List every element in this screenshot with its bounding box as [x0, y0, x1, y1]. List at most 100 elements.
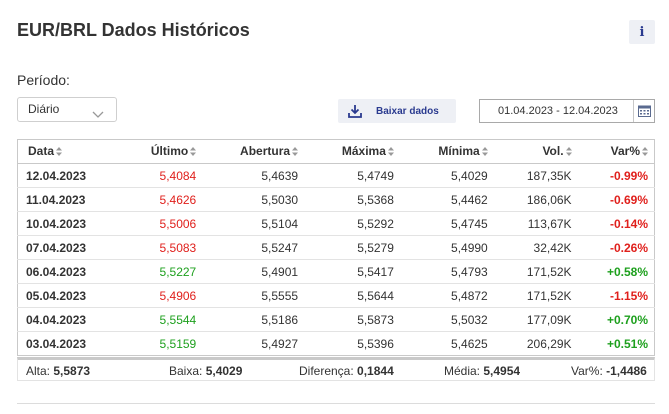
cell-var: +0.58%: [577, 259, 655, 284]
table-row: 05.04.2023 5,4906 5,5555 5,5644 5,4872 171,52…: [17, 283, 655, 308]
column-header-date[interactable]: Data: [17, 139, 113, 164]
cell-last: 5,5227: [112, 259, 203, 284]
cell-date: 11.04.2023: [17, 187, 113, 212]
sort-icon[interactable]: [56, 145, 63, 159]
cell-open: 5,4927: [261, 336, 299, 351]
column-header-label: Data: [28, 144, 55, 159]
cell-low: 5,4029: [399, 163, 494, 188]
cell-vol: 186,06K: [493, 187, 578, 212]
summary-bar: Alta: 5,5873 Baixa: 5,4029 Diferença: 0,…: [17, 357, 655, 381]
cell-low: 5,4872: [399, 283, 494, 308]
info-button[interactable]: i: [629, 20, 655, 44]
table-row: 03.04.2023 5,5159 5,4927 5,5396 5,4625 206,29…: [18, 332, 655, 356]
cell-vol: 206,29K: [526, 336, 572, 351]
cell-high: 5,5368: [304, 187, 400, 212]
cell-open: 5,5555: [202, 283, 305, 308]
table-row: 12.04.2023 5,4084 5,4639 5,4749 5,4029 187,35…: [17, 163, 655, 188]
sort-icon[interactable]: [565, 145, 572, 159]
sort-icon[interactable]: [642, 145, 648, 159]
download-icon: [348, 104, 362, 118]
cell-last: 5,5083: [112, 235, 203, 260]
column-header-vol[interactable]: Vol.: [493, 139, 578, 164]
table-row: 07.04.2023 5,5083 5,5247 5,5279 5,4990 32,42K…: [17, 235, 655, 260]
info-icon: i: [639, 24, 645, 40]
cell-date: 12.04.2023: [17, 163, 113, 188]
table-row: 06.04.2023 5,5227 5,4901 5,5417 5,4793 171,52…: [17, 259, 655, 284]
table-row: 04.04.2023 5,5544 5,5186 5,5873 5,5032 177,09…: [17, 307, 655, 332]
cell-high: 5,5292: [304, 211, 400, 236]
cell-var: +0.70%: [577, 307, 655, 332]
summary-high: Alta: 5,5873: [26, 364, 91, 378]
cell-low: 5,4745: [399, 211, 494, 236]
historical-data-table: Data Último Abertura Máxima Mínima Vol. Var% 1…: [17, 139, 655, 356]
cell-last: 5,5006: [112, 211, 203, 236]
column-header-label: Máxima: [341, 144, 386, 159]
cell-low: 5,4625: [451, 336, 488, 351]
column-header-var[interactable]: Var%: [577, 139, 655, 164]
table-row: 10.04.2023 5,5006 5,5104 5,5292 5,4745 113,67…: [17, 211, 655, 236]
cell-last: 5,4906: [112, 283, 203, 308]
download-label: Baixar dados: [376, 105, 439, 117]
calendar-icon[interactable]: [633, 100, 654, 122]
cell-var: -1.15%: [577, 283, 655, 308]
cell-date: 05.04.2023: [17, 283, 113, 308]
date-range-value: 01.04.2023 - 12.04.2023: [498, 105, 618, 117]
cell-date: 04.04.2023: [17, 307, 113, 332]
cell-high: 5,5396: [357, 336, 394, 351]
cell-open: 5,5104: [202, 211, 305, 236]
cell-vol: 32,42K: [493, 235, 578, 260]
column-header-low[interactable]: Mínima: [399, 139, 494, 164]
cell-last: 5,4084: [112, 163, 203, 188]
cell-low: 5,4990: [399, 235, 494, 260]
cell-high: 5,5644: [304, 283, 400, 308]
column-header-label: Último: [150, 144, 189, 159]
page-title: EUR/BRL Dados Históricos: [17, 20, 250, 40]
cell-date: 03.04.2023: [26, 336, 87, 351]
table-row: 11.04.2023 5,4626 5,5030 5,5368 5,4462 186,06…: [17, 187, 655, 212]
sort-icon[interactable]: [190, 145, 197, 159]
summary-difference: Diferença: 0,1844: [299, 364, 394, 378]
period-select[interactable]: Diário: [17, 97, 117, 122]
column-header-last[interactable]: Último: [112, 139, 203, 164]
cell-vol: 113,67K: [493, 211, 578, 236]
column-header-open[interactable]: Abertura: [202, 139, 305, 164]
sort-icon[interactable]: [387, 145, 394, 159]
summary-average: Média: 5,4954: [444, 364, 521, 378]
column-header-label: Var%: [610, 144, 640, 159]
cell-var: -0.69%: [577, 187, 655, 212]
cell-var: -0.99%: [577, 163, 655, 188]
download-data-button[interactable]: Baixar dados: [338, 99, 456, 123]
cell-vol: 171,52K: [493, 259, 578, 284]
cell-low: 5,4793: [399, 259, 494, 284]
table-header-row: Data Último Abertura Máxima Mínima Vol. Var%: [17, 139, 655, 164]
sort-icon[interactable]: [292, 145, 299, 159]
period-selected-value: Diário: [28, 102, 60, 116]
cell-vol: 171,52K: [493, 283, 578, 308]
cell-var: -0.14%: [577, 211, 655, 236]
column-header-high[interactable]: Máxima: [304, 139, 400, 164]
chevron-down-icon: [92, 104, 104, 127]
cell-last: 5,4626: [112, 187, 203, 212]
period-label: Período:: [17, 72, 70, 88]
cell-date: 07.04.2023: [17, 235, 113, 260]
cell-open: 5,4901: [202, 259, 305, 284]
cell-high: 5,4749: [304, 163, 400, 188]
cell-vol: 187,35K: [493, 163, 578, 188]
column-header-label: Mínima: [438, 144, 480, 159]
cell-last: 5,5544: [112, 307, 203, 332]
cell-open: 5,5247: [202, 235, 305, 260]
cell-high: 5,5873: [304, 307, 400, 332]
cell-date: 10.04.2023: [17, 211, 113, 236]
cell-high: 5,5279: [304, 235, 400, 260]
cell-low: 5,4462: [399, 187, 494, 212]
date-range-picker[interactable]: 01.04.2023 - 12.04.2023: [479, 99, 655, 123]
cell-vol: 177,09K: [493, 307, 578, 332]
cell-high: 5,5417: [304, 259, 400, 284]
cell-last: 5,5159: [159, 336, 197, 351]
summary-low: Baixa: 5,4029: [169, 364, 243, 378]
column-header-label: Vol.: [542, 144, 564, 159]
summary-var: Var%: -1,4486: [571, 364, 647, 378]
column-header-label: Abertura: [240, 144, 291, 159]
sort-icon[interactable]: [481, 145, 488, 159]
cell-date: 06.04.2023: [17, 259, 113, 284]
